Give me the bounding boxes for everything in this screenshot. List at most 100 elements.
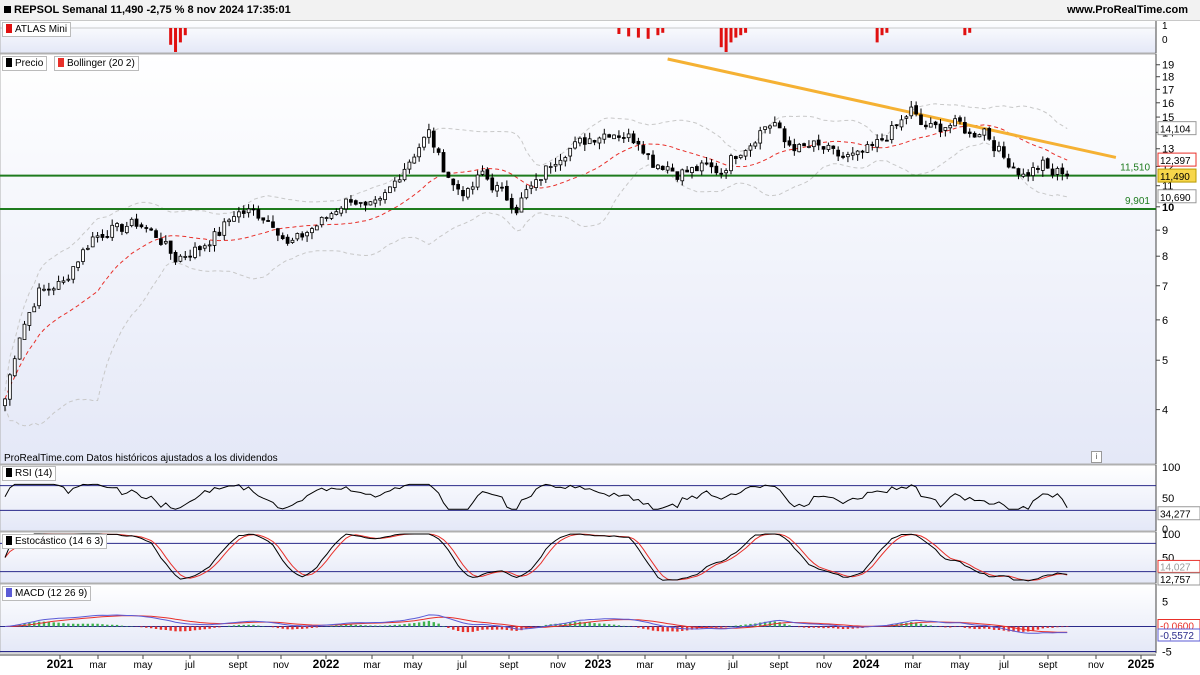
stoch-legend[interactable]: Estocástico (14 6 3) (2, 534, 108, 549)
candle-body (27, 312, 32, 326)
macd-histogram-bar (184, 626, 187, 632)
candle-body (534, 179, 538, 188)
candle-body (407, 161, 412, 170)
macd-histogram-bar (91, 623, 94, 627)
candle-body (870, 143, 875, 146)
candle-body (568, 147, 573, 157)
macd-legend[interactable]: MACD (12 26 9) (2, 586, 92, 601)
candle-body (953, 118, 957, 127)
atlas-bar (885, 28, 889, 33)
candle-body (792, 144, 797, 152)
candle-body (3, 398, 7, 407)
chart-canvas[interactable]: 4567891011121314151617181911,5109,90112,… (0, 0, 1200, 675)
atlas-legend-label: ATLAS Mini (15, 24, 68, 35)
bollinger-legend[interactable]: Bollinger (20 2) (54, 56, 139, 71)
candle-body (129, 218, 134, 227)
candle-body (548, 166, 553, 168)
time-axis-label: mar (363, 660, 381, 671)
bollinger-upper-value: 14,104 (1160, 125, 1191, 136)
candle-body (612, 134, 616, 140)
macd-histogram-bar (739, 625, 742, 627)
candle-body (51, 288, 56, 291)
macd-histogram-bar (612, 624, 616, 627)
candle-body (37, 287, 41, 307)
candle-body (475, 174, 480, 188)
candle-body (977, 134, 982, 138)
candle-body (641, 145, 646, 154)
macd-histogram-bar (115, 624, 119, 627)
candle-body (349, 199, 353, 203)
macd-histogram-bar (281, 626, 284, 629)
rsi-legend-label: RSI (14) (15, 468, 53, 479)
candle-body (777, 122, 782, 129)
price-axis-label: 7 (1162, 281, 1168, 293)
candle-body (436, 148, 441, 153)
candle-body (787, 140, 792, 146)
time-axis-label: may (951, 660, 970, 671)
candle-body (295, 233, 300, 240)
candle-body (1006, 158, 1011, 168)
rsi-color-icon (6, 468, 12, 477)
macd-histogram-bar (247, 624, 250, 627)
candle-body (12, 358, 17, 377)
macd-histogram-bar (203, 626, 206, 630)
candle-body (582, 137, 587, 145)
atlas-bar (656, 28, 660, 36)
candle-body (1031, 167, 1035, 176)
candle-body (163, 241, 168, 244)
macd-histogram-bar (812, 626, 816, 628)
source-link[interactable]: www.ProRealTime.com (1067, 4, 1188, 16)
macd-histogram-bar (374, 625, 377, 627)
candle-body (865, 144, 870, 153)
atlas-bar (627, 28, 631, 37)
candle-body (504, 185, 509, 201)
support-label: 11,510 (1120, 163, 1150, 174)
candle-body (329, 213, 334, 219)
candle-body (85, 247, 90, 250)
candle-body (958, 117, 962, 122)
candle-body (470, 186, 475, 190)
time-axis-label: nov (816, 660, 832, 671)
candle-body (675, 171, 680, 180)
candle-body (748, 145, 753, 151)
candle-body (733, 156, 738, 159)
macd-histogram-bar (807, 626, 811, 628)
candle-body (768, 125, 772, 129)
rsi-legend[interactable]: RSI (14) (2, 466, 57, 481)
macd-histogram-bar (983, 626, 986, 629)
candle-body (816, 139, 821, 146)
candle-body (319, 216, 324, 226)
time-axis-label: sept (770, 660, 789, 671)
candle-body (514, 206, 519, 214)
stoch-k-value: 14,027 (1160, 562, 1191, 573)
candle-body (1055, 168, 1060, 175)
price-legend[interactable]: Precio (2, 56, 48, 71)
macd-histogram-bar (232, 625, 236, 627)
candle-body (578, 137, 582, 144)
macd-histogram-bar (422, 621, 426, 627)
macd-histogram-bar (734, 625, 738, 627)
time-axis-label: 2025 (1128, 657, 1155, 671)
macd-histogram-bar (461, 626, 465, 633)
candle-body (914, 105, 918, 115)
support-label: 9,901 (1125, 196, 1150, 207)
atlas-legend[interactable]: ATLAS Mini (2, 22, 72, 37)
macd-histogram-bar (398, 624, 401, 627)
macd-histogram-bar (456, 626, 460, 631)
macd-histogram-bar (67, 623, 70, 627)
candle-body (558, 159, 563, 166)
candle-body (1026, 172, 1031, 177)
bollinger-lower-value: 10,690 (1160, 193, 1191, 204)
candle-body (553, 163, 558, 167)
chart-title: REPSOL Semanal 11,490 -2,75 % 8 nov 2024… (14, 4, 291, 16)
macd-histogram-bar (1036, 626, 1040, 630)
time-axis-label: 2023 (585, 657, 612, 671)
macd-histogram-bar (939, 626, 942, 628)
macd-signal-value: -0,5572 (1160, 631, 1194, 642)
info-icon[interactable]: i (1091, 451, 1102, 463)
candle-body (665, 166, 670, 171)
macd-histogram-bar (408, 623, 411, 627)
candle-body (314, 225, 319, 231)
macd-histogram-bar (500, 626, 504, 630)
atlas-bar (178, 28, 182, 43)
